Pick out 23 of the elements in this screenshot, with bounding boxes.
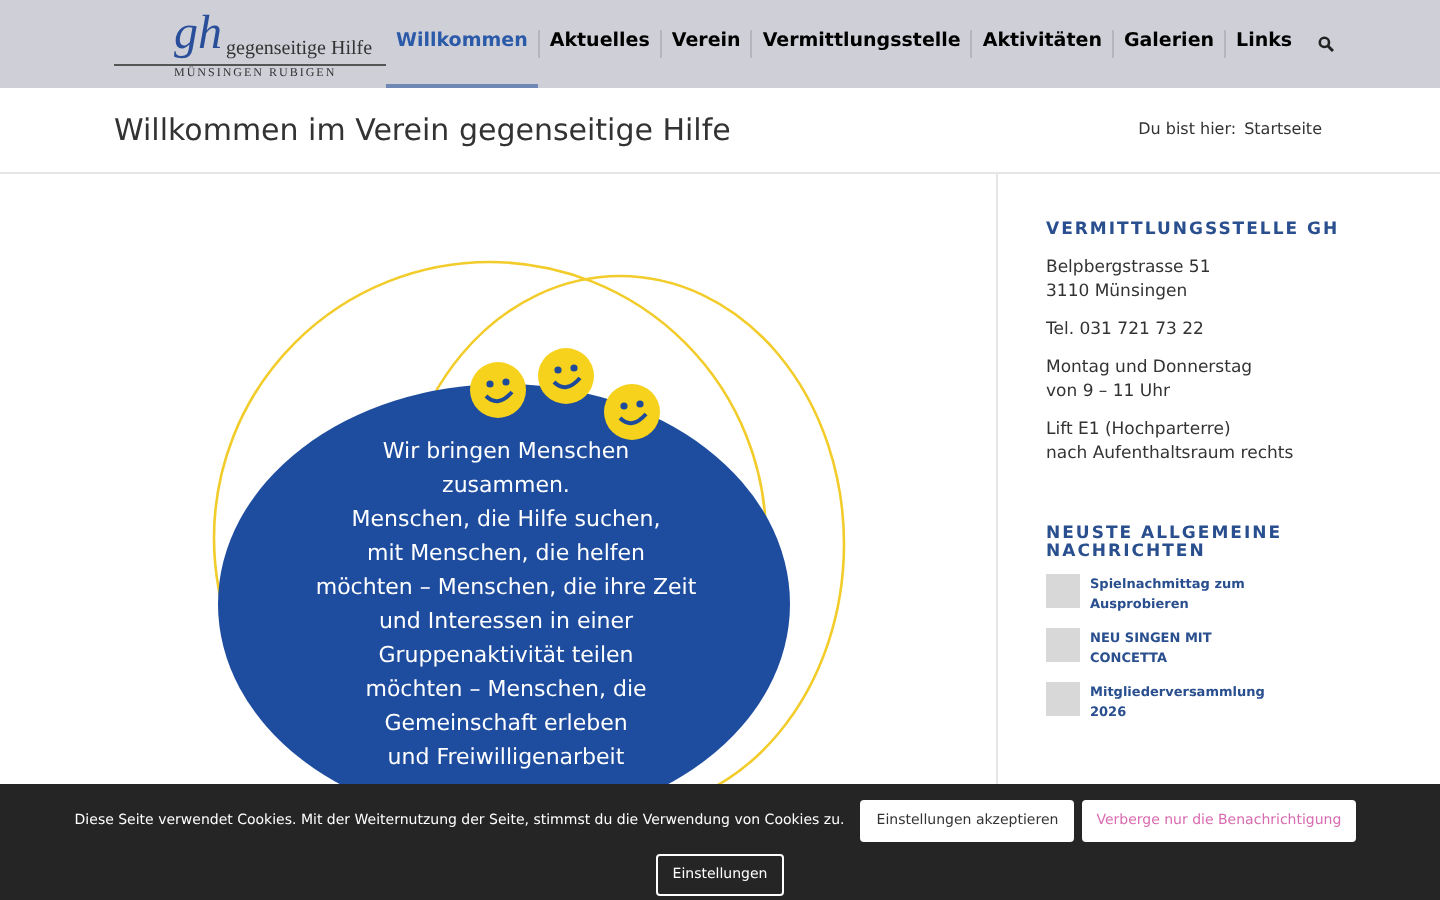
- search-icon[interactable]: [1318, 36, 1335, 52]
- sidebar-heading: NEUSTE ALLGEMEINE NACHRICHTEN: [1046, 525, 1285, 562]
- thumbnail-placeholder: [1046, 627, 1080, 662]
- breadcrumb-link[interactable]: Startseite: [1244, 118, 1322, 142]
- breadcrumb-label: Du bist hier:: [1138, 118, 1237, 142]
- thumbnail-placeholder: [1046, 573, 1080, 608]
- nav-link[interactable]: Vermittlungsstelle: [752, 0, 971, 88]
- contact-text: Lift E1 (Hochparterre) nach Aufenthaltsraum rechts: [1046, 417, 1296, 466]
- contact-text: Montag und Donnerstag von 9 – 11 Uhr: [1046, 355, 1255, 404]
- nav-link[interactable]: Links: [1226, 0, 1303, 88]
- contact-text: Tel. 031 721 73 22: [1046, 317, 1206, 342]
- nav-link[interactable]: Aktuelles: [539, 0, 660, 88]
- page-title: Willkommen im Verein gegenseitige Hilfe: [114, 109, 731, 152]
- slogan-text: Wir bringen Menschen zusammen. Menschen, die Hilfe suchen, mit Menschen, die helfen möchten – Menschen, die ihre Zeit und Interessen in einer Gruppenaktivität teilen möchten – Menschen, die Gemeinschaft erleben und Freiwilligenarbeit: [313, 436, 699, 774]
- nav-link[interactable]: Aktivitäten: [972, 0, 1112, 88]
- contact-text: Belpbergstrasse 51 3110 Münsingen: [1046, 255, 1213, 304]
- sidebar-heading: VERMITTLUNGSSTELLE GH: [1046, 218, 1342, 244]
- thumbnail-placeholder: [1046, 681, 1080, 716]
- nav-link[interactable]: Galerien: [1113, 0, 1225, 88]
- logo-mark[interactable]: gh: [174, 6, 226, 62]
- logo-text: gegenseitige Hilfe: [226, 36, 373, 62]
- nav-link[interactable]: Willkommen: [386, 0, 538, 88]
- nav-link[interactable]: Verein: [661, 0, 751, 88]
